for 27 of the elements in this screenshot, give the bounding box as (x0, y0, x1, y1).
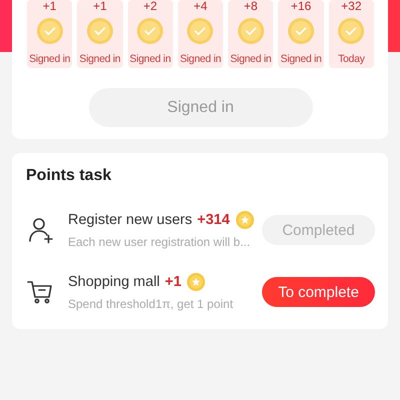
task-description: Spend threshold1π, get 1 point (68, 296, 234, 312)
task-button[interactable]: Completed (262, 215, 375, 245)
task-points: +1 (164, 274, 182, 290)
day-label: Signed in (130, 53, 171, 65)
star-coin-icon (187, 272, 206, 290)
day-points: +8 (244, 0, 258, 12)
task-title: Register new users (68, 212, 192, 228)
user-add-icon (26, 216, 54, 244)
day-label: Signed in (180, 53, 222, 65)
task-button[interactable]: To complete (262, 277, 375, 307)
day-points: +32 (341, 0, 362, 12)
day-label: Signed in (280, 53, 322, 65)
day-points: +1 (42, 0, 56, 12)
task-points: +314 (197, 212, 230, 228)
day-points: +4 (194, 0, 208, 12)
day-points: +1 (93, 0, 107, 12)
day-label: Signed in (230, 53, 272, 65)
task-description: Each new user registration will b... (68, 234, 250, 250)
day-points: +2 (143, 0, 158, 12)
task-title: Shopping mall (68, 274, 160, 290)
star-coin-icon (236, 210, 254, 228)
section-title: Points task (26, 167, 112, 185)
day-label: Signed in (79, 53, 120, 65)
day-points: +16 (290, 0, 312, 12)
cart-icon (26, 278, 54, 306)
day-label: Signed in (29, 53, 70, 65)
day-label: Today (338, 53, 365, 65)
